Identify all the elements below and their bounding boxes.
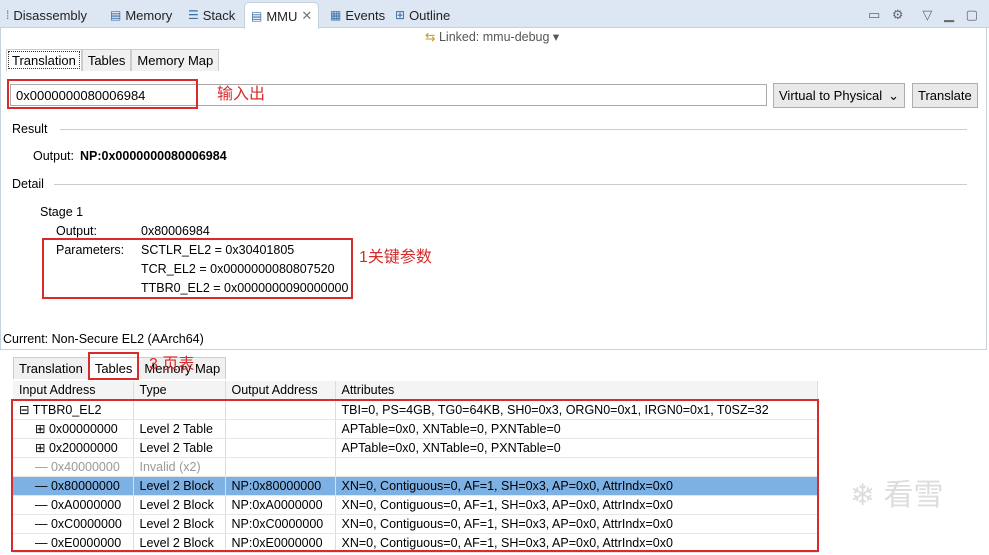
tab-label: Events <box>345 7 386 23</box>
output-value: NP:0x0000000080006984 <box>80 149 227 163</box>
divider <box>54 184 967 185</box>
menu-chevron-icon[interactable]: ▽ <box>922 7 932 23</box>
mmu-view-panel <box>0 28 987 350</box>
tab-outline[interactable]: ⊞ Outline <box>395 4 450 26</box>
annotation-key-params: 1关键参数 <box>359 249 432 266</box>
col-output-address[interactable]: Output Address <box>225 381 336 401</box>
linked-label: Linked: mmu-debug <box>438 30 550 44</box>
detail-heading: Detail <box>12 177 44 191</box>
subtab-tables[interactable]: Tables <box>81 49 132 71</box>
result-heading: Result <box>12 122 48 136</box>
stage-output-label: Output: <box>56 224 97 238</box>
mode-select-value: Virtual to Physical <box>779 88 883 103</box>
chevron-down-icon: ⌄ <box>888 88 899 103</box>
stack-icon: ☰ <box>188 8 199 22</box>
tab-label: Stack <box>202 7 236 23</box>
subtab-translation[interactable]: Translation <box>13 357 89 379</box>
pin-icon[interactable]: ⚙ <box>892 7 904 23</box>
mmu-icon: ▤ <box>251 9 263 23</box>
annotation-box-table <box>11 399 819 552</box>
linked-context[interactable]: ⇆ Linked: mmu-debug ▾ <box>425 29 559 44</box>
stage-label: Stage 1 <box>40 205 84 219</box>
disassembly-icon: ⁞ <box>6 8 10 22</box>
annotation-box-tables <box>88 352 139 380</box>
col-input-address[interactable]: Input Address <box>13 381 134 401</box>
tab-label: Memory <box>125 7 173 23</box>
view-tab-bar: ⁞ Disassembly ▤ Memory ☰ Stack ▤ MMU ✕ ▦ Event… <box>0 0 989 29</box>
stage-output-value: 0x80006984 <box>141 224 210 238</box>
top-subtabs: Translation Tables Memory Map <box>6 49 220 71</box>
output-label: Output: <box>33 149 74 163</box>
annotation-input-output: 输入出 <box>217 86 266 103</box>
annotation-page-table: 3 页表 <box>149 356 195 373</box>
mode-select[interactable]: Virtual to Physical ⌄ <box>773 83 905 108</box>
close-icon[interactable]: ✕ <box>301 8 312 24</box>
col-type[interactable]: Type <box>133 381 226 401</box>
memory-icon: ▤ <box>110 8 122 22</box>
view-toolbar: ▭ ⚙ ▽ ▁ ▢ <box>868 4 978 26</box>
tab-label: Disassembly <box>13 7 88 23</box>
annotation-box-params <box>42 238 353 299</box>
link-icon: ⇆ <box>425 30 436 44</box>
events-icon: ▦ <box>330 8 342 22</box>
outline-icon: ⊞ <box>395 8 406 22</box>
tab-memory[interactable]: ▤ Memory <box>110 4 172 26</box>
tab-label: Outline <box>409 7 451 23</box>
minimize-icon[interactable]: ▭ <box>868 7 880 23</box>
divider <box>60 129 967 130</box>
tab-stack[interactable]: ☰ Stack <box>188 4 235 26</box>
annotation-box-input <box>7 79 198 109</box>
status-text: Current: Non-Secure EL2 (AArch64) <box>3 332 204 346</box>
tab-label: MMU <box>266 8 298 24</box>
tab-events[interactable]: ▦ Events <box>330 4 385 26</box>
subtab-translation[interactable]: Translation <box>6 49 82 71</box>
table-header: Input Address Type Output Address Attrib… <box>13 381 818 401</box>
translate-button[interactable]: Translate <box>912 83 978 108</box>
tab-disassembly[interactable]: ⁞ Disassembly <box>6 4 87 26</box>
maximize-icon[interactable]: ▢ <box>966 7 978 23</box>
minimize-view-icon[interactable]: ▁ <box>944 7 954 23</box>
tab-mmu[interactable]: ▤ MMU ✕ <box>244 2 320 29</box>
watermark-logo: ❄ 看雪 <box>850 479 944 512</box>
col-attributes[interactable]: Attributes <box>335 381 818 401</box>
subtab-memory-map[interactable]: Memory Map <box>131 49 220 71</box>
